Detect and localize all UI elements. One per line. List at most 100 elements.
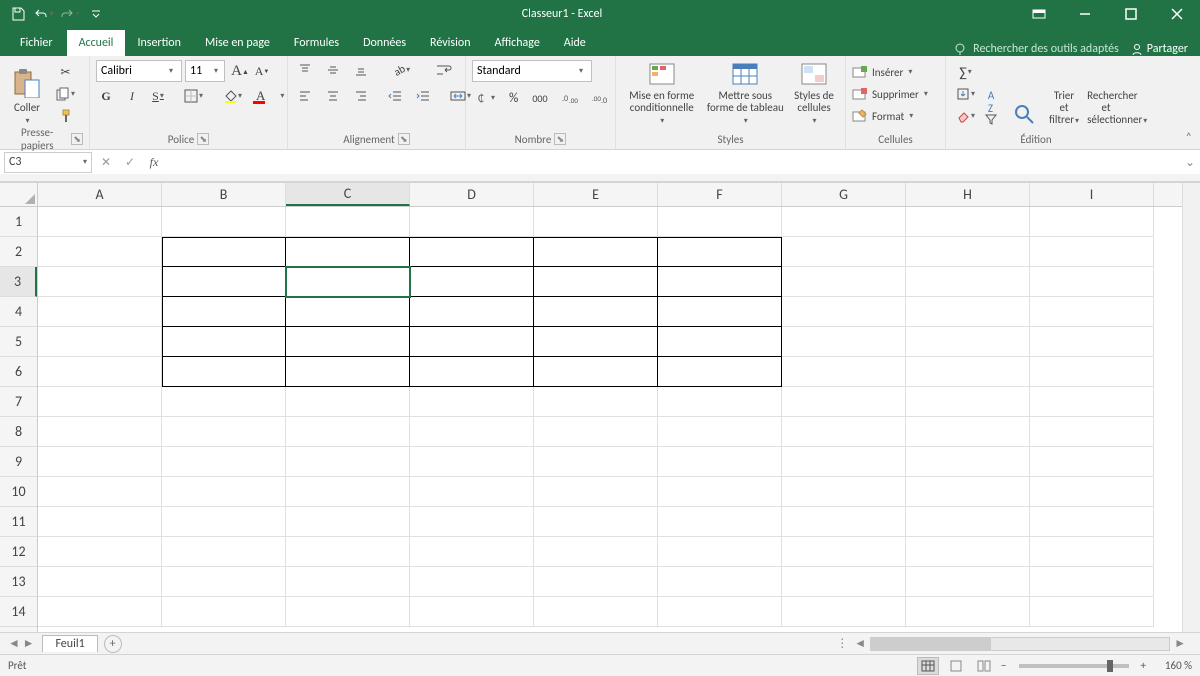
cell[interactable] — [782, 207, 906, 237]
column-header[interactable]: G — [782, 183, 906, 206]
tab-view[interactable]: Affichage — [483, 30, 552, 56]
cell[interactable] — [906, 477, 1030, 507]
cell[interactable] — [658, 537, 782, 567]
cell[interactable] — [410, 387, 534, 417]
minimize-icon[interactable] — [1062, 0, 1108, 28]
number-format-input[interactable] — [472, 60, 592, 82]
column-header[interactable]: A — [38, 183, 162, 206]
cell[interactable] — [162, 417, 286, 447]
cell[interactable] — [38, 207, 162, 237]
cell[interactable] — [782, 267, 906, 297]
cell[interactable] — [782, 237, 906, 267]
insert-function-icon[interactable]: fx — [142, 150, 166, 174]
cell[interactable] — [410, 207, 534, 237]
sheet-tab-active[interactable]: Feuil1 — [42, 635, 97, 652]
tab-review[interactable]: Révision — [418, 30, 482, 56]
column-header[interactable]: F — [658, 183, 782, 206]
column-headers[interactable]: ABCDEFGHI — [38, 183, 1182, 207]
format-cells-button[interactable]: Format▾ — [852, 106, 939, 126]
cell[interactable] — [38, 297, 162, 327]
cell[interactable] — [658, 567, 782, 597]
increase-decimal-button[interactable]: .0.00 — [558, 88, 582, 108]
cell[interactable] — [286, 567, 410, 597]
cell[interactable] — [38, 417, 162, 447]
tab-split-handle[interactable]: ⋮ — [830, 636, 854, 651]
column-header[interactable]: E — [534, 183, 658, 206]
row-header[interactable]: 9 — [0, 447, 37, 477]
cell[interactable] — [658, 267, 782, 297]
cell[interactable] — [410, 567, 534, 597]
cell[interactable] — [286, 237, 410, 267]
cell[interactable] — [410, 237, 534, 267]
cell[interactable] — [782, 567, 906, 597]
formula-input[interactable] — [166, 151, 1180, 173]
cell[interactable] — [658, 387, 782, 417]
cell[interactable] — [410, 357, 534, 387]
cell[interactable] — [1030, 267, 1154, 297]
align-top-button[interactable] — [294, 60, 316, 80]
cell[interactable] — [162, 357, 286, 387]
cells-area[interactable] — [38, 207, 1182, 632]
find-select-button[interactable]: Rechercher et sélectionner▾ — [1087, 90, 1125, 126]
cell[interactable] — [906, 597, 1030, 627]
cell[interactable] — [1030, 237, 1154, 267]
row-header[interactable]: 14 — [0, 597, 37, 627]
cell[interactable] — [38, 387, 162, 417]
cell[interactable] — [286, 267, 410, 297]
cell[interactable] — [658, 357, 782, 387]
cell[interactable] — [410, 267, 534, 297]
zoom-slider[interactable] — [1019, 664, 1129, 668]
cell[interactable] — [162, 597, 286, 627]
cell[interactable] — [906, 387, 1030, 417]
cell[interactable] — [1030, 537, 1154, 567]
cell-styles-button[interactable]: Styles de cellules▾ — [789, 60, 839, 126]
row-header[interactable]: 11 — [0, 507, 37, 537]
cell[interactable] — [906, 207, 1030, 237]
format-painter-button[interactable] — [52, 106, 79, 126]
underline-button[interactable]: S▾ — [148, 86, 168, 106]
sheet-nav-buttons[interactable]: ◄ ► — [0, 636, 42, 651]
font-launcher-icon[interactable]: ⬊ — [197, 133, 209, 145]
cell[interactable] — [534, 567, 658, 597]
clear-button[interactable]: ▾ — [952, 106, 979, 126]
row-header[interactable]: 5 — [0, 327, 37, 357]
horizontal-scrollbar[interactable] — [870, 637, 1170, 651]
column-header[interactable]: C — [286, 183, 410, 206]
cell[interactable] — [658, 447, 782, 477]
cell[interactable] — [1030, 567, 1154, 597]
cell[interactable] — [38, 507, 162, 537]
column-header[interactable]: D — [410, 183, 534, 206]
cell[interactable] — [782, 327, 906, 357]
row-header[interactable]: 10 — [0, 477, 37, 507]
cell[interactable] — [782, 387, 906, 417]
row-header[interactable]: 7 — [0, 387, 37, 417]
align-middle-button[interactable] — [322, 60, 344, 80]
cell[interactable] — [410, 537, 534, 567]
zoom-out-button[interactable]: − — [1001, 659, 1006, 672]
tell-me-search[interactable]: Rechercher des outils adaptés — [953, 42, 1119, 56]
clipboard-launcher-icon[interactable]: ⬊ — [71, 133, 83, 145]
row-header[interactable]: 2 — [0, 237, 37, 267]
row-header[interactable]: 8 — [0, 417, 37, 447]
cell[interactable] — [658, 417, 782, 447]
cell[interactable] — [658, 507, 782, 537]
align-left-button[interactable] — [294, 86, 316, 106]
cell[interactable] — [658, 597, 782, 627]
percent-format-button[interactable]: % — [505, 88, 522, 108]
cell[interactable] — [1030, 447, 1154, 477]
cut-button[interactable]: ✂ — [52, 62, 79, 82]
fill-color-button[interactable]: ▾ — [219, 86, 246, 106]
cell[interactable] — [906, 327, 1030, 357]
cell[interactable] — [782, 297, 906, 327]
share-button[interactable]: Partager — [1131, 42, 1188, 56]
cell[interactable] — [38, 237, 162, 267]
increase-indent-button[interactable] — [412, 86, 434, 106]
cell[interactable] — [658, 237, 782, 267]
cell[interactable] — [162, 387, 286, 417]
cell[interactable] — [38, 267, 162, 297]
tab-insert[interactable]: Insertion — [125, 30, 193, 56]
redo-icon[interactable]: ▾ — [58, 2, 82, 26]
cell[interactable] — [410, 507, 534, 537]
undo-icon[interactable]: ▾ — [32, 2, 56, 26]
cell[interactable] — [534, 417, 658, 447]
